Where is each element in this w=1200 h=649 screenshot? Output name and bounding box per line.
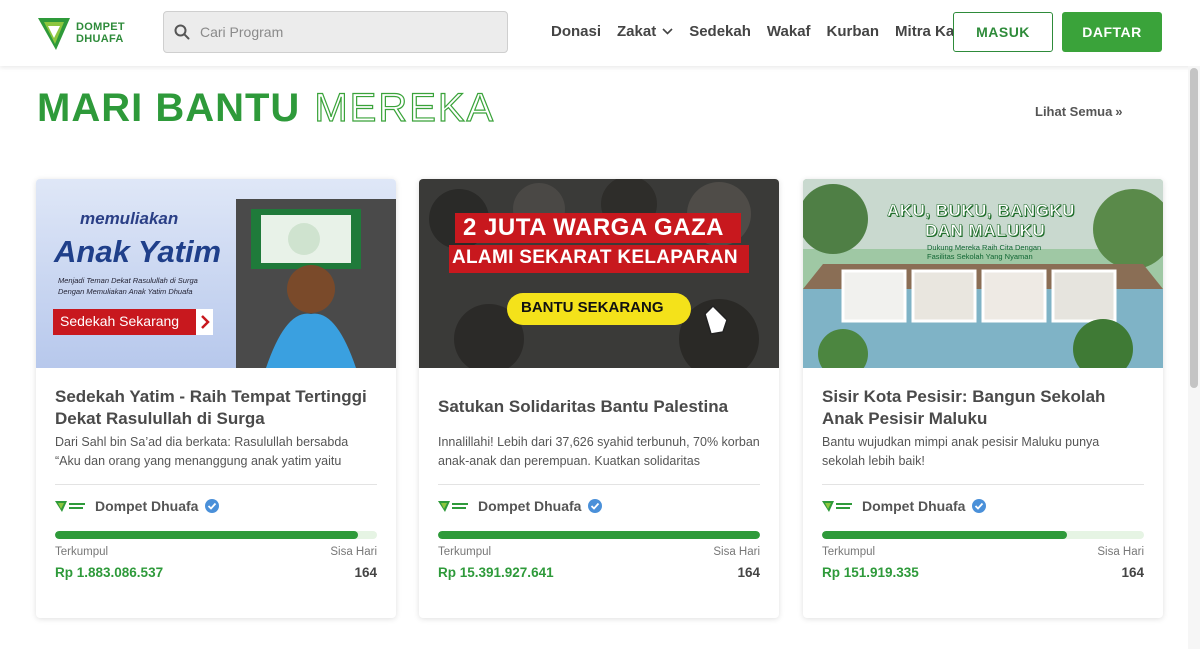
days-left-value: 164 [737, 565, 760, 580]
main-nav: Donasi Zakat Sedekah Wakaf Kurban Mitra … [551, 20, 972, 42]
logo-line1: DOMPET [76, 21, 125, 33]
campaign-card[interactable]: memuliakan Anak Yatim Menjadi Teman Deka… [36, 179, 396, 618]
image-text-line1: memuliakan [80, 209, 179, 228]
campaign-title[interactable]: Sisir Kota Pesisir: Bangun Sekolah Anak … [822, 386, 1144, 430]
campaign-title[interactable]: Satukan Solidaritas Bantu Palestina [438, 396, 760, 418]
organizer: Dompet Dhuafa [55, 498, 220, 514]
campaign-title[interactable]: Sedekah Yatim - Raih Tempat Tertinggi De… [55, 386, 377, 430]
see-all-label: Lihat Semua [1035, 104, 1113, 119]
campaign-image[interactable]: memuliakan Anak Yatim Menjadi Teman Deka… [36, 179, 396, 368]
search-input[interactable] [200, 24, 490, 40]
top-header: DOMPET DHUAFA Donasi Zakat Sedekah Wakaf… [0, 0, 1200, 66]
image-caption2: Fasilitas Sekolah Yang Nyaman [927, 252, 1033, 261]
chevron-down-icon [662, 27, 673, 35]
verified-badge-icon [972, 499, 987, 513]
campaign-description: Bantu wujudkan mimpi anak pesisir Maluku… [822, 435, 1100, 468]
nav-sedekah[interactable]: Sedekah [689, 23, 751, 40]
nav-wakaf[interactable]: Wakaf [767, 23, 811, 40]
collected-amount: Rp 151.919.335 [822, 565, 919, 580]
organizer-name: Dompet Dhuafa [95, 498, 199, 514]
collected-amount: Rp 15.391.927.641 [438, 565, 554, 580]
days-left-label: Sisa Hari [713, 546, 760, 558]
collected-amount: Rp 1.883.086.537 [55, 565, 164, 580]
divider [438, 484, 760, 485]
see-all-link[interactable]: Lihat Semua » [1035, 104, 1123, 119]
image-text-line1: 2 JUTA WARGA GAZA [463, 214, 724, 241]
nav-zakat[interactable]: Zakat [617, 23, 673, 40]
section-title: MARI BANTU MEREKA [37, 85, 496, 131]
campaign-image[interactable]: 2 JUTA WARGA GAZA ALAMI SEKARAT KELAPARA… [419, 179, 779, 368]
section-title-outline: MEREKA [314, 85, 496, 130]
image-caption1: Dukung Mereka Raih Cita Dengan [927, 243, 1042, 252]
nav-label: Zakat [617, 22, 657, 40]
progress-bar [822, 531, 1144, 539]
divider [822, 484, 1144, 485]
progress-fill [55, 531, 358, 539]
image-cta: Sedekah Sekarang [60, 313, 180, 329]
logo-icon [38, 18, 70, 50]
organizer-logo-icon [438, 501, 468, 512]
image-text-line2: ALAMI SEKARAT KELAPARAN [452, 247, 738, 268]
campaign-card[interactable]: AKU, BUKU, BANGKU DAN MALUKU Dukung Mere… [803, 179, 1163, 618]
section-title-solid: MARI BANTU [37, 86, 301, 130]
search-box[interactable] [163, 11, 508, 53]
campaign-image[interactable]: AKU, BUKU, BANGKU DAN MALUKU Dukung Mere… [803, 179, 1163, 368]
campaign-description: Innalillahi! Lebih dari 37,626 syahid te… [438, 435, 760, 468]
dompet-dhuafa-logo[interactable]: DOMPET DHUAFA [36, 12, 136, 54]
days-left-label: Sisa Hari [330, 546, 377, 558]
nav-label: Donasi [551, 22, 602, 40]
logo-text: DOMPET DHUAFA [76, 21, 125, 45]
organizer-logo-icon [822, 501, 852, 512]
nav-donasi[interactable]: Donasi [551, 23, 601, 40]
collected-label: Terkumpul [438, 546, 492, 558]
nav-label: Wakaf [766, 22, 811, 40]
register-button[interactable]: DAFTAR [1062, 12, 1162, 52]
organizer: Dompet Dhuafa [822, 498, 987, 514]
nav-kurban[interactable]: Kurban [827, 23, 880, 40]
organizer-name: Dompet Dhuafa [862, 498, 966, 514]
verified-badge-icon [588, 499, 603, 513]
login-button[interactable]: MASUK [953, 12, 1053, 52]
search-icon [174, 24, 190, 40]
image-cta: BANTU SEKARANG [521, 299, 664, 316]
progress-fill [438, 531, 760, 539]
image-text-line2: DAN MALUKU [925, 221, 1046, 241]
progress-fill [822, 531, 1067, 539]
nav-label: Sedekah [689, 22, 751, 40]
organizer-logo-icon [55, 501, 85, 512]
collected-label: Terkumpul [822, 546, 876, 558]
double-chevron-right-icon: » [1115, 104, 1123, 119]
days-left-value: 164 [1121, 565, 1144, 580]
scrollbar-thumb[interactable] [1190, 68, 1198, 388]
verified-badge-icon [205, 499, 220, 513]
logo-line2: DHUAFA [76, 33, 124, 45]
nav-label: Kurban [826, 22, 880, 40]
image-caption2: Dengan Memuliakan Anak Yatim Dhuafa [58, 287, 193, 296]
campaign-description: Dari Sahl bin Sa’ad dia berkata: Rasulul… [55, 435, 349, 468]
campaign-card[interactable]: 2 JUTA WARGA GAZA ALAMI SEKARAT KELAPARA… [419, 179, 779, 618]
image-text-line2: Anak Yatim [54, 234, 222, 269]
progress-bar [55, 531, 377, 539]
image-text-line1: AKU, BUKU, BANGKU [887, 201, 1075, 221]
organizer-name: Dompet Dhuafa [478, 498, 582, 514]
divider [55, 484, 377, 485]
progress-bar [438, 531, 760, 539]
days-left-label: Sisa Hari [1097, 546, 1144, 558]
collected-label: Terkumpul [55, 546, 109, 558]
image-caption1: Menjadi Teman Dekat Rasulullah di Surga [58, 276, 198, 285]
days-left-value: 164 [354, 565, 377, 580]
organizer: Dompet Dhuafa [438, 498, 603, 514]
